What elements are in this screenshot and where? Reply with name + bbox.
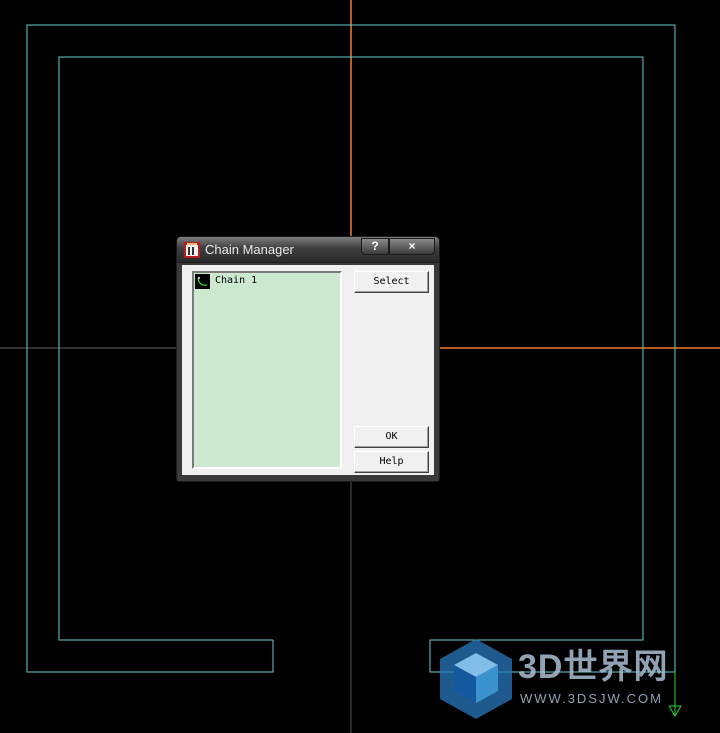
dialog-titlebar[interactable]: Chain Manager ? ×	[176, 236, 440, 262]
titlebar-close-button[interactable]: ×	[389, 238, 435, 255]
dialog-body: Chain 1 Select OK Help	[176, 262, 440, 482]
list-item-label: Chain 1	[215, 275, 258, 286]
cube-logo-icon	[440, 639, 512, 719]
select-button[interactable]: Select	[354, 271, 429, 293]
watermark-brand: 3D世界网	[518, 648, 669, 686]
chain-manager-dialog: Chain Manager ? × Chain 1 Select OK Help	[176, 236, 440, 482]
dialog-panel: Chain 1 Select OK Help	[182, 265, 434, 475]
ok-button[interactable]: OK	[354, 426, 429, 448]
chain-list[interactable]: Chain 1	[192, 271, 342, 469]
titlebar-help-button[interactable]: ?	[361, 238, 389, 255]
dialog-title: Chain Manager	[205, 242, 294, 257]
chain-icon	[195, 274, 210, 289]
chain-manager-app-icon	[184, 242, 200, 258]
watermark: 3D世界网 WWW.3DSJW.COM	[436, 637, 696, 722]
watermark-url: WWW.3DSJW.COM	[520, 691, 663, 706]
help-button[interactable]: Help	[354, 451, 429, 473]
